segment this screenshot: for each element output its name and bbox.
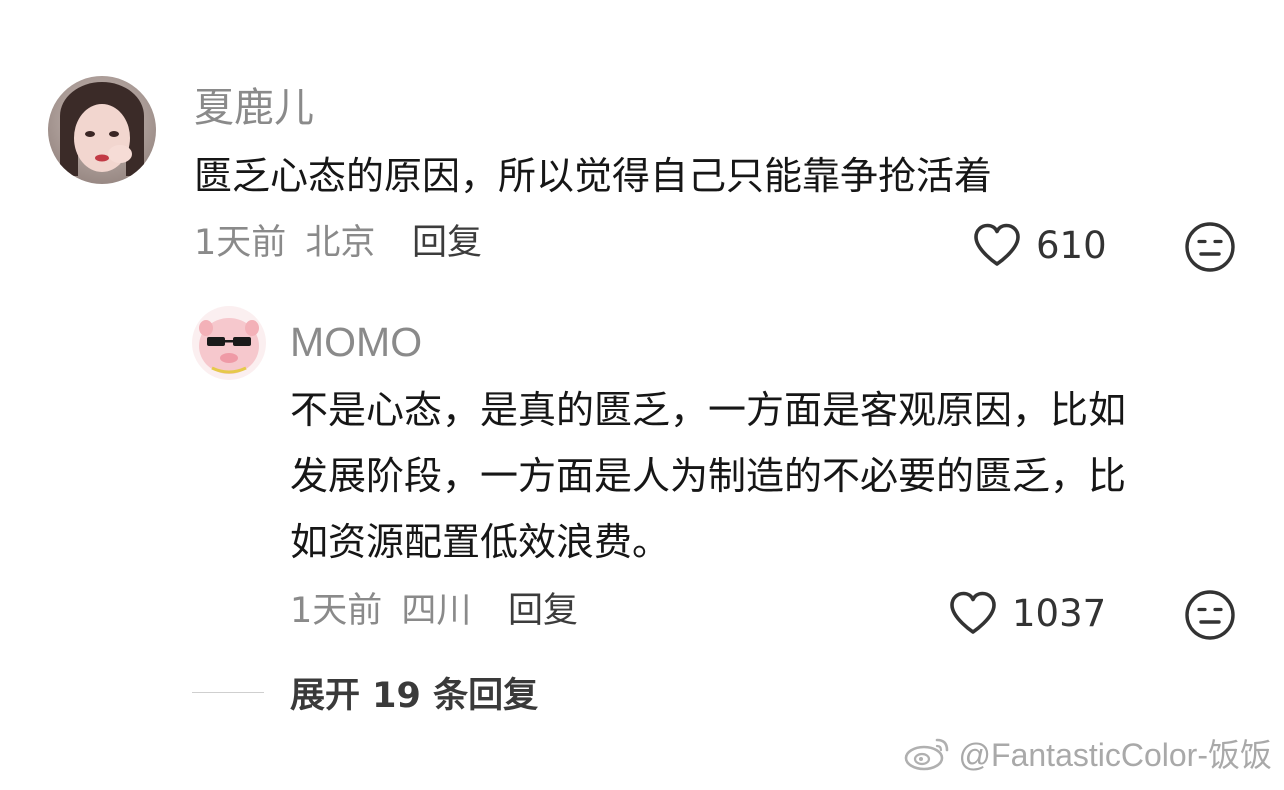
like-button[interactable]: 610: [972, 222, 1107, 268]
weibo-logo-icon: [904, 738, 948, 771]
expand-replies-label: 展开 19 条回复: [290, 675, 539, 716]
comment-meta: 1天前 北京: [194, 226, 375, 261]
avatar[interactable]: [192, 306, 266, 380]
divider: [192, 691, 264, 693]
comment-content-line: 如资源配置低效浪费。: [290, 520, 671, 564]
dislike-button[interactable]: [1184, 589, 1236, 641]
comment-content: 不是心态，是真的匮乏，一方面是客观原因，比如 发展阶段，一方面是人为制造的不必要…: [290, 377, 1126, 575]
comment-username[interactable]: 夏鹿儿: [194, 88, 314, 128]
watermark: @FantasticColor-饭饭: [903, 730, 1272, 776]
comment-content-line: 不是心态，是真的匮乏，一方面是客观原因，比如: [290, 388, 1127, 432]
comment-content-line: 匮乏心态的原因，所以觉得自己只能靠争抢活着: [194, 154, 993, 198]
comment-content-line: 发展阶段，一方面是人为制造的不必要的匮乏，比: [290, 454, 1127, 498]
heart-outline-icon: [950, 591, 996, 634]
watermark-text: @FantasticColor-饭饭: [958, 737, 1272, 773]
dislike-button[interactable]: [1184, 221, 1236, 273]
heart-outline-icon: [974, 223, 1020, 266]
meh-face-icon: [1185, 590, 1235, 640]
meh-face-icon: [1185, 222, 1235, 272]
avatar[interactable]: [48, 76, 156, 184]
expand-replies-button[interactable]: 展开 19 条回复: [192, 668, 538, 716]
comment-content: 匮乏心态的原因，所以觉得自己只能靠争抢活着: [194, 143, 992, 209]
like-count: 610: [1036, 223, 1107, 267]
comment-username[interactable]: MOMO: [290, 322, 422, 363]
comment-location: 北京: [305, 223, 376, 263]
reply-button[interactable]: 回复: [508, 594, 578, 629]
comment-time: 1天前: [194, 223, 287, 263]
comment-location: 四川: [401, 591, 472, 631]
comment-time: 1天前: [290, 591, 383, 631]
like-count: 1037: [1012, 591, 1107, 635]
like-button[interactable]: 1037: [948, 590, 1106, 636]
comment-meta: 1天前 四川: [290, 594, 471, 629]
reply-button[interactable]: 回复: [412, 226, 482, 261]
